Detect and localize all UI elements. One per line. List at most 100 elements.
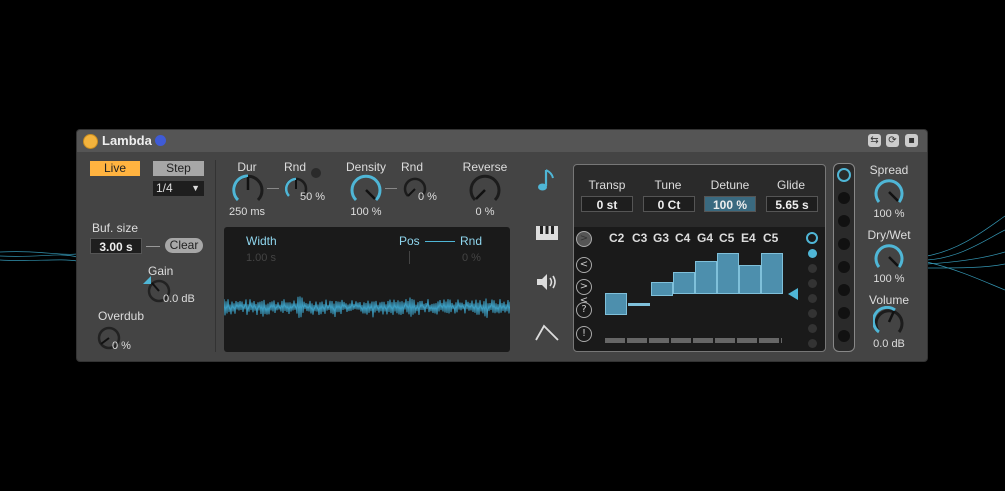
- device-status-dot: [155, 135, 166, 146]
- glide-label: Glide: [776, 178, 806, 192]
- step-activity-strip: [605, 338, 782, 343]
- voice-selected-dot[interactable]: [837, 168, 851, 182]
- waveform: [224, 296, 510, 318]
- dur-rnd-led: [311, 168, 321, 178]
- device-titlebar: Lambda ⇆ ⟳ ▪: [77, 130, 927, 152]
- step-dot[interactable]: [808, 294, 817, 303]
- step-dot[interactable]: [808, 324, 817, 333]
- density-rnd-link: [385, 188, 397, 189]
- section-divider: [215, 160, 216, 352]
- width-label: Width: [246, 234, 277, 248]
- reverse-knob[interactable]: [468, 173, 502, 207]
- step-dot[interactable]: [808, 249, 817, 258]
- playhead-arrow-icon: [788, 288, 798, 300]
- speaker-icon[interactable]: [532, 268, 562, 296]
- seq-random-button[interactable]: ?: [576, 302, 592, 318]
- piano-keys-icon[interactable]: [532, 220, 562, 248]
- step-bar[interactable]: [651, 282, 673, 296]
- dur-value: 250 ms: [228, 206, 266, 218]
- seq-backward-button[interactable]: <: [576, 257, 592, 273]
- note-label: G3: [653, 231, 670, 245]
- voice-dot[interactable]: [838, 307, 850, 319]
- voice-dot[interactable]: [838, 330, 850, 342]
- step-dot[interactable]: [808, 264, 817, 273]
- density-value: 100 %: [350, 206, 382, 218]
- pos-rnd-value: 0 %: [462, 252, 481, 264]
- step-mode-button[interactable]: Step: [153, 161, 204, 176]
- step-dot[interactable]: [808, 279, 817, 288]
- drywet-label: Dry/Wet: [867, 228, 911, 242]
- chevron-down-icon: ▼: [191, 183, 200, 193]
- note-label: G4: [697, 231, 714, 245]
- density-rnd-label: Rnd: [400, 160, 424, 174]
- voice-dot[interactable]: [838, 261, 850, 273]
- note-label: C2: [609, 231, 625, 245]
- spread-knob[interactable]: [873, 176, 905, 208]
- detune-field[interactable]: 100 %: [704, 196, 756, 212]
- reverse-value: 0 %: [475, 206, 495, 218]
- density-rnd-value: 0 %: [418, 191, 437, 203]
- volume-knob[interactable]: [873, 306, 905, 338]
- step-division-value: 1/4: [156, 181, 173, 195]
- preset-icon[interactable]: ⟳: [886, 134, 899, 147]
- overdub-label: Overdub: [98, 309, 145, 323]
- gain-label: Gain: [148, 264, 174, 278]
- drywet-value: 100 %: [873, 273, 905, 285]
- step-bar[interactable]: [628, 303, 650, 306]
- voice-dot[interactable]: [838, 284, 850, 296]
- save-icon[interactable]: ▪: [905, 134, 918, 147]
- music-note-icon[interactable]: [532, 166, 562, 194]
- seq-forward-button[interactable]: >: [576, 231, 592, 247]
- transp-field[interactable]: 0 st: [581, 196, 633, 212]
- clear-button[interactable]: Clear: [165, 238, 203, 253]
- pos-rnd-link: [425, 241, 455, 242]
- drywet-knob[interactable]: [873, 241, 905, 273]
- volume-value: 0.0 dB: [873, 338, 905, 350]
- dur-knob[interactable]: [231, 173, 265, 207]
- step-bar[interactable]: [605, 293, 627, 315]
- device-title: Lambda: [102, 133, 152, 148]
- voice-dot[interactable]: [838, 192, 850, 204]
- step-bar[interactable]: [673, 272, 695, 294]
- buf-size-label: Buf. size: [92, 221, 139, 235]
- tune-label: Tune: [654, 178, 682, 192]
- note-label: E4: [741, 231, 756, 245]
- step-bar[interactable]: [739, 265, 761, 294]
- pitch-sequencer-panel: Transp 0 st Tune 0 Ct Detune 100 % Glide…: [573, 164, 826, 352]
- voice-column: [833, 163, 855, 352]
- step-bar[interactable]: [717, 253, 739, 294]
- waveform-display[interactable]: Width 1.00 s Pos Rnd 0 %: [224, 227, 510, 352]
- step-dot[interactable]: [808, 339, 817, 348]
- spread-label: Spread: [869, 163, 909, 177]
- step-bar[interactable]: [695, 261, 717, 294]
- reverse-label: Reverse: [462, 160, 508, 174]
- voice-dot[interactable]: [838, 238, 850, 250]
- density-label: Density: [345, 160, 387, 174]
- live-mode-button[interactable]: Live: [90, 161, 140, 176]
- note-label: C4: [675, 231, 691, 245]
- hotswap-icon[interactable]: ⇆: [868, 134, 881, 147]
- pos-marker: [409, 251, 410, 264]
- step-division-select[interactable]: 1/4 ▼: [153, 181, 204, 196]
- pos-label: Pos: [399, 234, 420, 248]
- step-selected-dot[interactable]: [806, 232, 818, 244]
- step-bar[interactable]: [761, 253, 783, 294]
- volume-label: Volume: [868, 293, 910, 307]
- seq-reset-button[interactable]: !: [576, 326, 592, 342]
- overdub-value: 0 %: [112, 340, 131, 352]
- density-knob[interactable]: [349, 173, 383, 207]
- dur-label: Dur: [237, 160, 257, 174]
- device-power-toggle[interactable]: [83, 134, 98, 149]
- width-value: 1.00 s: [246, 252, 276, 264]
- voice-dot[interactable]: [838, 215, 850, 227]
- note-label: C3: [632, 231, 648, 245]
- envelope-curve-icon[interactable]: [532, 318, 562, 346]
- dur-rnd-label: Rnd: [283, 160, 307, 174]
- glide-field[interactable]: 5.65 s: [766, 196, 818, 212]
- spread-value: 100 %: [873, 208, 905, 220]
- seq-pingpong-button[interactable]: ><: [576, 279, 592, 306]
- buf-size-field[interactable]: 3.00 s: [90, 238, 142, 254]
- tune-field[interactable]: 0 Ct: [643, 196, 695, 212]
- step-dot[interactable]: [808, 309, 817, 318]
- note-label: C5: [763, 231, 779, 245]
